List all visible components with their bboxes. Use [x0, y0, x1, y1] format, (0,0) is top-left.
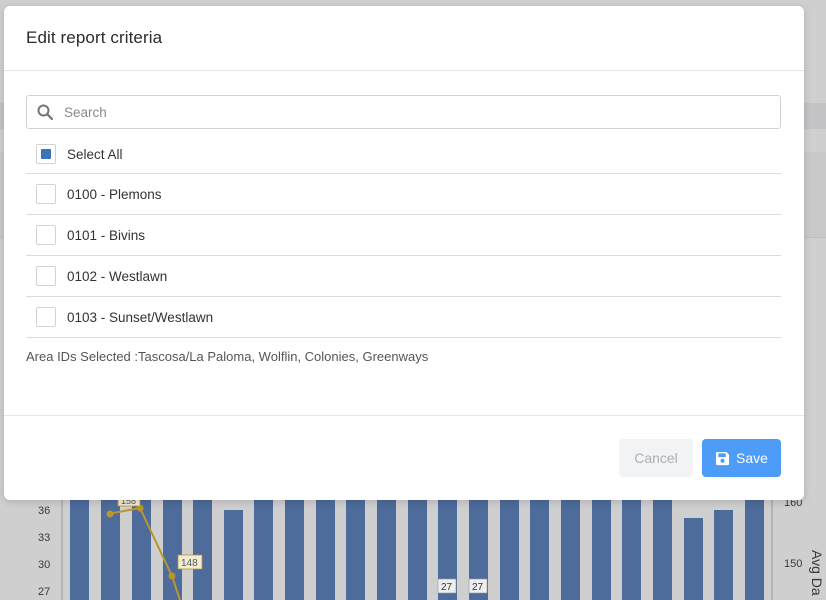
background-bar: [408, 500, 427, 600]
bar-data-label: 27: [472, 582, 484, 593]
option-label: 0101 - Bivins: [67, 227, 146, 243]
background-bar: [714, 510, 733, 600]
y-tick-label: 36: [38, 505, 50, 517]
background-bar: [377, 500, 396, 600]
y-axis-title-right: Avg Da: [809, 550, 825, 596]
dialog-body: Select All 0100 - Plemons 0101 - Bivins …: [4, 71, 804, 415]
edit-report-criteria-dialog: Edit report criteria Select All 0100 - P…: [4, 6, 804, 500]
y-tick-label-right: 150: [784, 558, 802, 570]
background-bar: [745, 500, 764, 600]
background-bar: [684, 518, 703, 600]
save-button[interactable]: Save: [702, 439, 781, 477]
save-button-label: Save: [736, 450, 768, 466]
cancel-button[interactable]: Cancel: [619, 439, 693, 477]
line-data-label: 148: [181, 558, 198, 569]
list-item[interactable]: 0100 - Plemons: [26, 174, 781, 215]
area-option-list: Select All 0100 - Plemons 0101 - Bivins …: [26, 135, 781, 338]
background-bar: [561, 500, 580, 600]
background-bar: [592, 500, 611, 600]
background-bar: [530, 500, 549, 600]
list-item[interactable]: 0103 - Sunset/Westlawn: [26, 297, 781, 338]
search-icon: [37, 104, 53, 120]
background-bar: [285, 500, 304, 600]
search-box[interactable]: [26, 95, 781, 129]
background-bar: [224, 510, 243, 600]
y-tick-label: 30: [38, 559, 50, 571]
background-bar: [254, 500, 273, 600]
background-bar: [132, 500, 151, 600]
background-bar: [346, 500, 365, 600]
y-tick-label-right: 160: [784, 500, 802, 509]
dialog-title: Edit report criteria: [26, 28, 163, 47]
y-tick-label: 33: [38, 532, 50, 544]
bar-data-label: 27: [441, 582, 453, 593]
background-bar: [193, 500, 212, 600]
background-bar: [622, 500, 641, 600]
dialog-header: Edit report criteria: [4, 6, 804, 71]
y-tick-label: 27: [38, 586, 50, 598]
option-label: 0100 - Plemons: [67, 186, 162, 202]
selected-areas-note: Area IDs Selected :Tascosa/La Paloma, Wo…: [26, 349, 429, 364]
list-item[interactable]: 0102 - Westlawn: [26, 256, 781, 297]
option-checkbox[interactable]: [36, 184, 56, 204]
option-checkbox[interactable]: [36, 225, 56, 245]
option-label: 0103 - Sunset/Westlawn: [67, 309, 214, 325]
search-input[interactable]: [62, 103, 780, 121]
select-all-label: Select All: [67, 146, 123, 162]
cancel-button-label: Cancel: [634, 450, 678, 466]
background-bar: [70, 500, 89, 600]
background-bar: [653, 500, 672, 600]
option-label: 0102 - Westlawn: [67, 268, 168, 284]
option-checkbox[interactable]: [36, 307, 56, 327]
save-icon: [715, 451, 730, 465]
select-all-checkbox[interactable]: [36, 144, 56, 164]
background-bar: [500, 500, 519, 600]
background-bar: [163, 500, 182, 600]
background-bar: [316, 500, 335, 600]
dialog-footer: Cancel Save: [4, 415, 804, 501]
background-chart: 36 33 30 27 160 150 Avg Da 158 148 27 27: [0, 500, 826, 600]
option-checkbox[interactable]: [36, 266, 56, 286]
select-all-row[interactable]: Select All: [26, 135, 781, 174]
list-item[interactable]: 0101 - Bivins: [26, 215, 781, 256]
